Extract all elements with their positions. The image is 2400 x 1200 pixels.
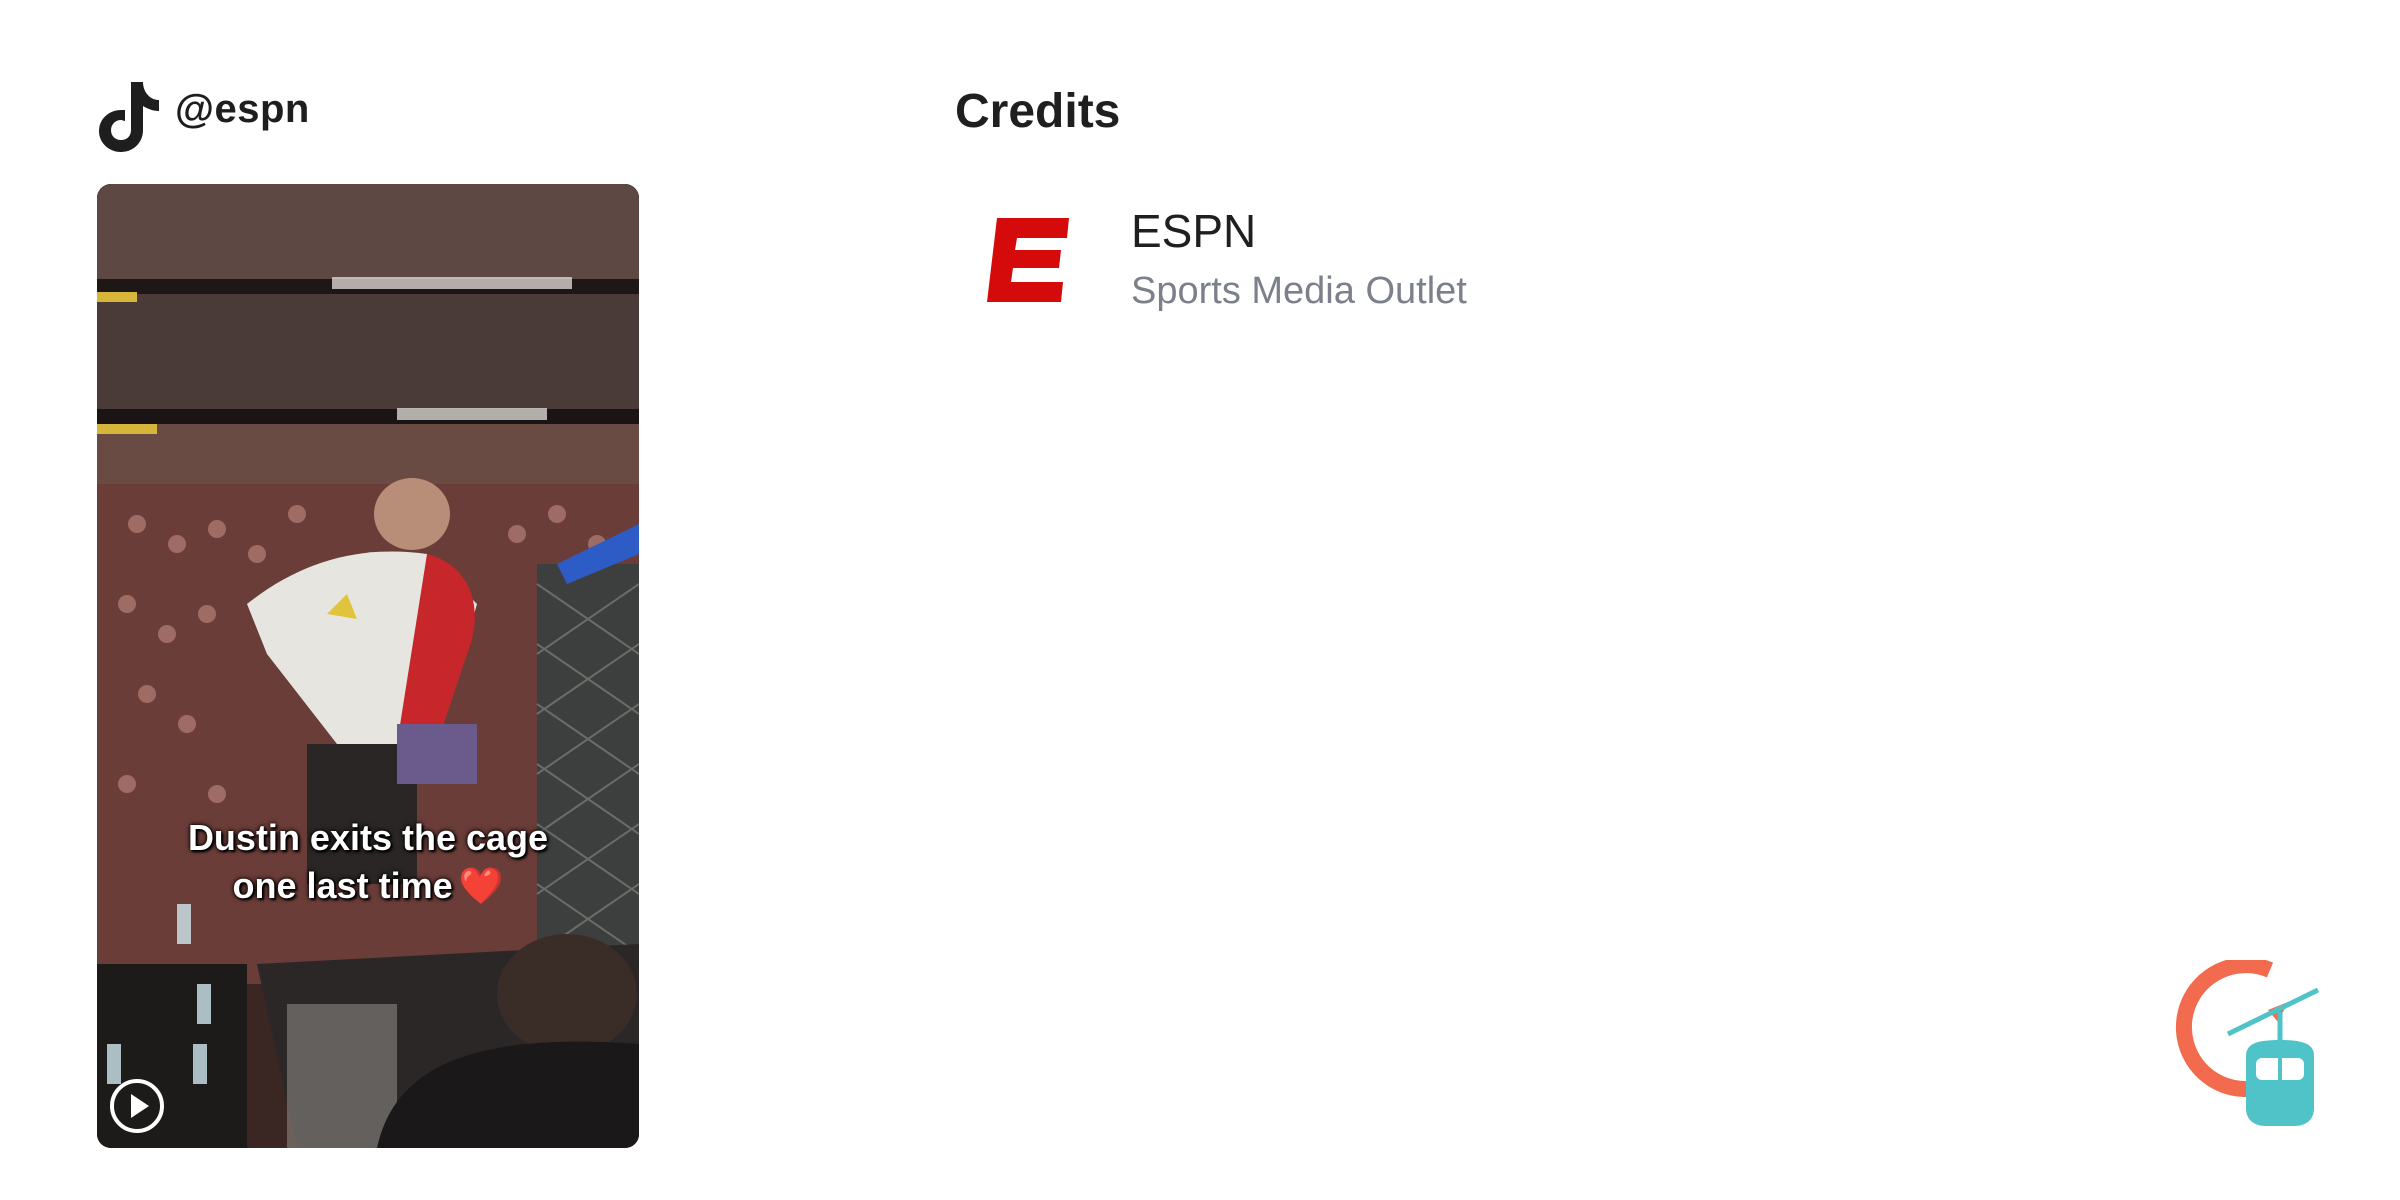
credit-name: ESPN <box>1131 205 1257 257</box>
video-player[interactable]: Dustin exits the cage one last time ❤️ <box>97 184 639 1148</box>
credits-heading: Credits <box>955 85 1121 138</box>
play-button[interactable] <box>109 1078 165 1134</box>
video-frame <box>97 184 639 1148</box>
caption-line-1: Dustin exits the cage <box>187 817 549 858</box>
gondola-logo-icon <box>2160 960 2340 1140</box>
espn-logo <box>955 190 1101 330</box>
post-header: @espn <box>97 78 310 154</box>
credit-item-espn[interactable]: ESPN Sports Media Outlet <box>955 190 1467 330</box>
heart-emoji: ❤️ <box>458 865 504 906</box>
account-handle[interactable]: @espn <box>175 87 310 132</box>
play-icon <box>109 1078 165 1134</box>
tiktok-icon <box>97 78 161 154</box>
caption-line-2: one last time ❤️ <box>97 862 639 910</box>
video-caption: Dustin exits the cage one last time ❤️ <box>97 814 639 910</box>
credit-subtitle: Sports Media Outlet <box>1131 270 1467 312</box>
credit-text: ESPN Sports Media Outlet <box>1131 203 1467 317</box>
caption-line-2-text: one last time <box>232 865 453 906</box>
